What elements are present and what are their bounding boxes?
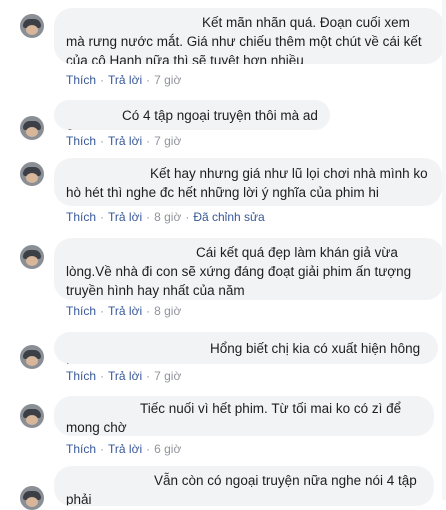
comment-actions: Thích · Trả lời · 7 giờ bbox=[66, 134, 182, 148]
reply-link[interactable]: Trả lời bbox=[108, 369, 142, 383]
commenter-name-redacted[interactable] bbox=[66, 343, 206, 356]
comment-actions: Thích · Trả lời · 6 giờ bbox=[66, 442, 182, 456]
comment-actions: Thích · Trả lời · 7 giờ bbox=[66, 73, 182, 87]
comment-bubble: Có 4 tập ngoại truyện thôi mà ad ? bbox=[54, 100, 330, 130]
comment-bubble: Kết hay nhưng giá như lũ lọi chơi nhà mì… bbox=[54, 158, 442, 206]
commenter-name-redacted[interactable] bbox=[66, 475, 150, 488]
avatar[interactable] bbox=[20, 162, 44, 186]
reply-link[interactable]: Trả lời bbox=[108, 442, 142, 456]
avatar[interactable] bbox=[20, 14, 44, 38]
comment-time[interactable]: 6 giờ bbox=[154, 442, 181, 456]
reply-link[interactable]: Trả lời bbox=[108, 304, 142, 318]
reply-link[interactable]: Trả lời bbox=[108, 73, 142, 87]
comment-time[interactable]: 7 giờ bbox=[154, 73, 181, 87]
commenter-name-redacted[interactable] bbox=[66, 247, 192, 260]
comment-time[interactable]: 7 giờ bbox=[154, 369, 181, 383]
comment-actions: Thích · Trả lời · 8 giờ · Đã chỉnh sửa bbox=[66, 210, 265, 224]
avatar[interactable] bbox=[20, 345, 44, 369]
comment-actions: Thích · Trả lời · 8 giờ bbox=[66, 304, 182, 318]
like-link[interactable]: Thích bbox=[66, 304, 96, 318]
comment-time[interactable]: 8 giờ bbox=[154, 210, 181, 224]
like-link[interactable]: Thích bbox=[66, 210, 96, 224]
commenter-name-redacted[interactable] bbox=[66, 403, 136, 416]
commenter-name-redacted[interactable] bbox=[66, 168, 146, 181]
scrollbar[interactable] bbox=[442, 0, 446, 500]
reply-link[interactable]: Trả lời bbox=[108, 134, 142, 148]
like-link[interactable]: Thích bbox=[66, 134, 96, 148]
avatar[interactable] bbox=[20, 245, 44, 269]
commenter-name-redacted[interactable] bbox=[66, 110, 118, 123]
comment-bubble: Hổng biết chị kia có xuất hiện hông ta bbox=[54, 332, 438, 364]
edited-link[interactable]: Đã chỉnh sửa bbox=[193, 210, 264, 224]
reply-link[interactable]: Trả lời bbox=[108, 210, 142, 224]
comment-bubble: Tiếc nuối vì hết phim. Từ tối mai ko có … bbox=[54, 396, 434, 436]
commenter-name-redacted[interactable] bbox=[66, 17, 198, 30]
comment-bubble: Vẫn còn có ngoại truyện nữa nghe nói 4 t… bbox=[54, 466, 434, 506]
like-link[interactable]: Thích bbox=[66, 442, 96, 456]
comment-bubble: Cái kết quá đẹp làm khán giả vừa lòng.Về… bbox=[54, 238, 444, 300]
comment-time[interactable]: 7 giờ bbox=[154, 134, 181, 148]
like-link[interactable]: Thích bbox=[66, 369, 96, 383]
comment-actions: Thích · Trả lời · 7 giờ bbox=[66, 369, 182, 383]
avatar[interactable] bbox=[20, 404, 44, 428]
comment-time[interactable]: 8 giờ bbox=[154, 304, 181, 318]
like-link[interactable]: Thích bbox=[66, 73, 96, 87]
comment-bubble: Kết mãn nhãn quá. Đoạn cuối xem mà rưng … bbox=[54, 8, 444, 64]
avatar[interactable] bbox=[20, 486, 44, 510]
avatar[interactable] bbox=[20, 116, 44, 140]
